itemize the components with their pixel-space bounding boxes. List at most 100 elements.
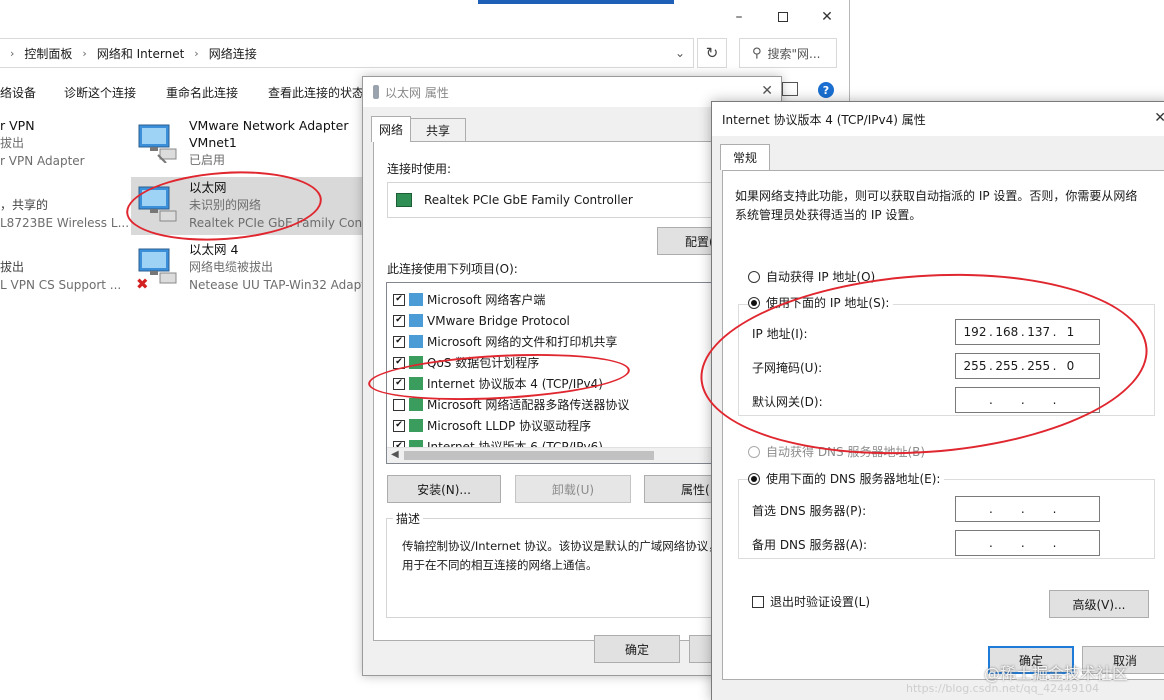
tab-general[interactable]: 常规 — [720, 144, 770, 170]
intro-text: 如果网络支持此功能，则可以获取自动指派的 IP 设置。否则，你需要从网络系统管理… — [735, 189, 1138, 222]
list-item[interactable]: QoS 数据包计划程序 — [393, 352, 539, 373]
description-group: 描述 传输控制协议/Internet 协议。该协议是默认的广域网络协议，用于在不… — [386, 510, 731, 618]
network-plug-icon — [373, 85, 379, 99]
close-icon[interactable]: ✕ — [1154, 110, 1164, 126]
general-tab-panel: 如果网络支持此功能，则可以获取自动指派的 IP 设置。否则，你需要从网络系统管理… — [722, 170, 1164, 680]
breadcrumb-chevron-icon: › — [10, 46, 15, 60]
ip-address-field[interactable]: 192. 168. 137. 1 — [955, 319, 1100, 345]
manual-dns-radio[interactable]: 使用下面的 DNS 服务器地址(E): — [748, 470, 945, 487]
validate-on-exit-checkbox[interactable]: 退出时验证设置(L) — [752, 593, 870, 610]
checkbox[interactable] — [393, 356, 405, 369]
network-client-icon — [409, 293, 423, 306]
view-options-icon[interactable] — [782, 82, 798, 96]
list-item[interactable]: Microsoft 网络客户端 — [393, 289, 545, 310]
adapter-ethernet-4[interactable]: ✖ 以太网 4 网络电缆被拔出 Netease UU TAP-Win32 Ada… — [136, 241, 366, 297]
alternate-dns-field[interactable]: . . . — [955, 530, 1100, 556]
close-button[interactable]: ✕ — [805, 0, 849, 34]
octet-dot: . — [1052, 502, 1057, 516]
octet-dot: . — [1020, 502, 1025, 516]
network-adapter-icon — [138, 124, 177, 163]
advanced-button[interactable]: 高级(V)... — [1049, 590, 1149, 618]
octet-dot: . — [989, 536, 993, 550]
list-item[interactable]: Internet 协议版本 4 (TCP/IPv4) — [393, 373, 603, 394]
help-icon[interactable]: ? — [818, 82, 834, 98]
radio-button[interactable] — [748, 445, 760, 458]
items-label: 此连接使用下列项目(O): — [387, 262, 518, 276]
adapter-vpn-partial[interactable]: r VPN 拔出 r VPN Adapter — [0, 117, 128, 173]
breadcrumb-network-connections[interactable]: 网络连接 — [209, 45, 257, 62]
install-button[interactable]: 安装(N)... — [387, 475, 501, 503]
checkbox[interactable] — [393, 398, 405, 411]
checkbox[interactable] — [393, 314, 405, 327]
refresh-button[interactable]: ↻ — [697, 38, 727, 68]
adapter-wireless-partial[interactable]: ，共享的 L8723BE Wireless L... — [0, 196, 129, 252]
preferred-dns-label: 首选 DNS 服务器(P): — [752, 504, 867, 518]
adapter-vmware-vmnet1[interactable]: VMware Network Adapter VMnet1 已启用 — [136, 117, 362, 173]
checkbox[interactable] — [393, 293, 405, 306]
octet-dot: . — [1020, 536, 1025, 550]
search-box[interactable]: ⚲ 搜索"网... — [739, 38, 837, 68]
network-adapter-icon — [396, 193, 412, 207]
scrollbar-thumb[interactable] — [404, 451, 654, 460]
auto-ip-radio[interactable]: 自动获得 IP 地址(O) — [748, 268, 875, 285]
breadcrumb-chevron-icon: › — [194, 46, 199, 60]
disconnected-x-icon: ✖ — [136, 275, 149, 293]
maximize-button[interactable] — [761, 0, 805, 34]
close-icon[interactable]: ✕ — [761, 83, 773, 99]
command-rename[interactable]: 重命名此连接 — [166, 84, 238, 101]
breadcrumb-control-panel[interactable]: 控制面板 — [24, 45, 72, 62]
octet-dot: . — [1020, 393, 1025, 407]
adapter-name-box: Realtek PCIe GbE Family Controller — [387, 182, 727, 218]
search-icon: ⚲ — [752, 45, 762, 61]
octet-dot: . — [1052, 536, 1057, 550]
subnet-mask-field[interactable]: 255. 255. 255. 0 — [955, 353, 1100, 379]
network-client-icon — [409, 314, 423, 327]
scroll-left-icon[interactable]: ◀ — [391, 449, 399, 460]
octet-dot: . — [989, 502, 993, 516]
address-bar[interactable]: › 控制面板 › 网络和 Internet › 网络连接 ⌄ — [0, 38, 694, 68]
octet-dot: . — [989, 393, 993, 407]
command-network-device[interactable]: 络设备 — [0, 84, 36, 101]
command-diagnose[interactable]: 诊断这个连接 — [64, 84, 136, 101]
checkbox[interactable] — [393, 377, 405, 390]
auto-dns-radio[interactable]: 自动获得 DNS 服务器地址(B) — [748, 443, 925, 460]
components-list[interactable]: Microsoft 网络客户端 VMware Bridge Protocol M… — [386, 282, 721, 464]
list-item[interactable]: Microsoft 网络适配器多路传送器协议 — [393, 394, 629, 415]
ok-button[interactable]: 确定 — [594, 635, 680, 663]
list-item[interactable]: Microsoft 网络的文件和打印机共享 — [393, 331, 617, 352]
network-adapter-icon — [138, 186, 177, 222]
tab-network[interactable]: 网络 — [371, 116, 411, 142]
list-item[interactable]: Microsoft LLDP 协议驱动程序 — [393, 415, 591, 436]
manual-ip-radio[interactable]: 使用下面的 IP 地址(S): — [748, 294, 894, 311]
tab-sharing[interactable]: 共享 — [410, 118, 466, 142]
command-view-status[interactable]: 查看此连接的状态 — [268, 84, 364, 101]
alternate-dns-label: 备用 DNS 服务器(A): — [752, 538, 868, 552]
watermark-url: https://blog.csdn.net/qq_42449104 — [906, 682, 1100, 695]
list-item[interactable]: VMware Bridge Protocol — [393, 310, 570, 331]
preferred-dns-field[interactable]: . . . — [955, 496, 1100, 522]
protocol-icon — [409, 377, 423, 390]
dialog-titlebar: Internet 协议版本 4 (TCP/IPv4) 属性 ✕ — [712, 102, 1164, 136]
search-placeholder: 搜索"网... — [767, 46, 821, 61]
adapter-ethernet[interactable]: 以太网 未识别的网络 Realtek PCIe GbE Family Contr — [136, 179, 372, 235]
watermark-text: @稀土掘金技术社区 — [984, 664, 1129, 683]
minimize-button[interactable]: – — [717, 0, 761, 34]
network-client-icon — [409, 335, 423, 348]
radio-button[interactable] — [748, 296, 760, 309]
protocol-icon — [409, 419, 423, 432]
checkbox[interactable] — [393, 335, 405, 348]
description-legend: 描述 — [393, 510, 424, 527]
radio-button[interactable] — [748, 472, 760, 485]
dialog-title: Internet 协议版本 4 (TCP/IPv4) 属性 — [722, 112, 926, 127]
refresh-icon: ↻ — [705, 44, 719, 62]
address-dropdown-icon[interactable]: ⌄ — [675, 46, 685, 60]
adapter-vpn-cs-partial[interactable]: 拔出 L VPN CS Support ... — [0, 258, 128, 314]
checkbox[interactable] — [752, 595, 764, 608]
breadcrumb-network-internet[interactable]: 网络和 Internet — [97, 45, 184, 62]
checkbox[interactable] — [393, 419, 405, 432]
gateway-field[interactable]: . . . — [955, 387, 1100, 413]
radio-button[interactable] — [748, 270, 760, 283]
uninstall-button[interactable]: 卸载(U) — [515, 475, 631, 503]
horizontal-scrollbar[interactable]: ◀ — [387, 447, 720, 463]
protocol-icon — [409, 356, 423, 369]
